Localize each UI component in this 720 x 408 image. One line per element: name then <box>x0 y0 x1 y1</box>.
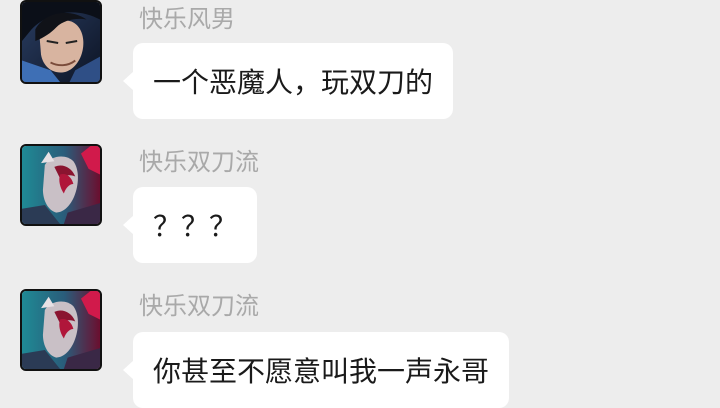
sender-name: 快乐风男 <box>139 5 235 33</box>
message-bubble[interactable]: ？？？ <box>122 187 258 263</box>
sender-name: 快乐双刀流 <box>139 148 259 176</box>
yone-avatar-icon[interactable] <box>20 144 102 226</box>
yone-avatar-icon[interactable] <box>20 289 102 371</box>
sender-name: 快乐双刀流 <box>139 292 259 320</box>
message-bubble[interactable]: 一个恶魔人，玩双刀的 <box>122 43 454 119</box>
yasuo-avatar-icon[interactable] <box>20 0 102 84</box>
chat-area: 快乐风男 一个恶魔人，玩双刀的 快乐双刀流 ？？？ 快乐双刀流 你甚至不愿意叫我… <box>0 0 720 408</box>
message-bubble[interactable]: 你甚至不愿意叫我一声永哥 <box>122 332 510 408</box>
